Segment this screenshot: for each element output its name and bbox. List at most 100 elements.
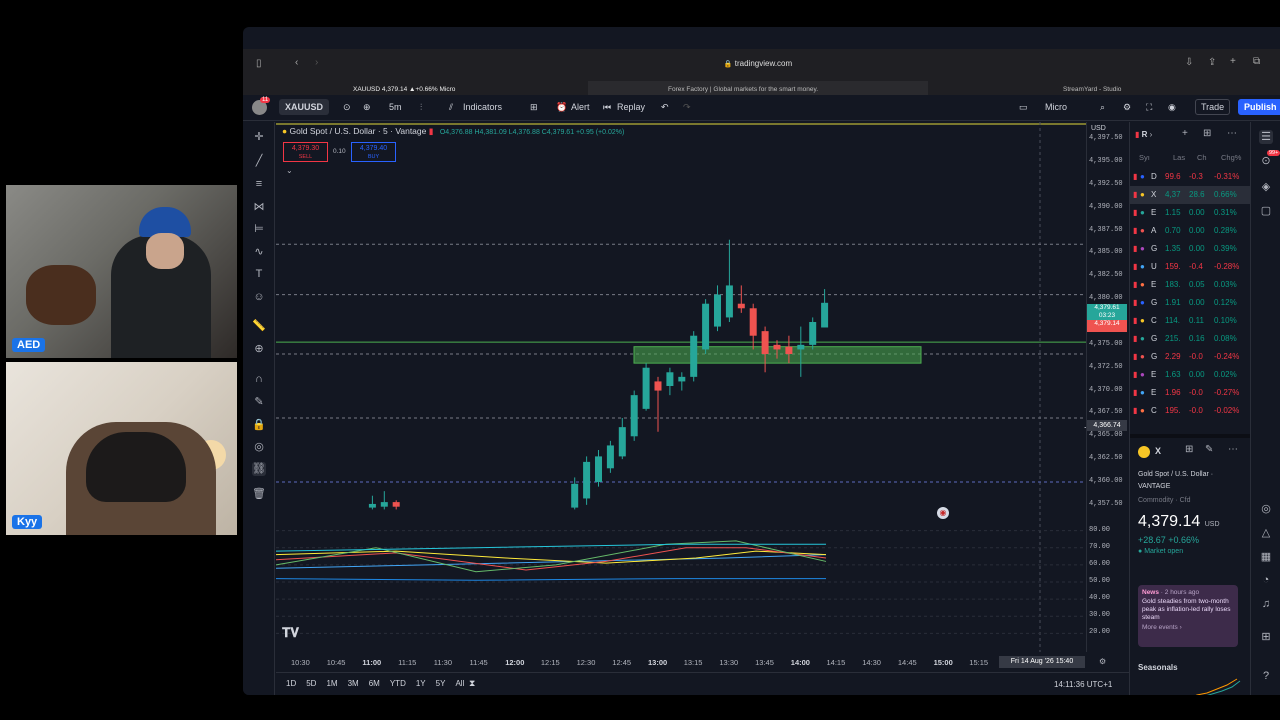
magnet-icon[interactable]: ∩ <box>252 372 266 386</box>
url-bar[interactable]: 🔒 tradingview.com <box>548 55 968 73</box>
legend-ohlc: O4,376.88 H4,381.09 L4,376.88 C4,379.61 … <box>439 129 625 136</box>
link-icon[interactable]: ⛓ <box>252 462 266 476</box>
layers-icon[interactable]: ◈ <box>1259 180 1273 194</box>
detail-edit-icon[interactable]: ✎ <box>1205 444 1213 455</box>
bell-icon[interactable]: ♫ <box>1259 598 1273 612</box>
range-button[interactable]: YTD <box>390 679 406 688</box>
watchlist-row[interactable]: ▮ ● X 4,37 28.6 0.66% <box>1130 186 1251 204</box>
layout-select-icon[interactable]: ▭ <box>1019 102 1028 113</box>
replay-button[interactable]: Replay <box>617 102 645 112</box>
indicator-line <box>276 578 826 581</box>
watchlist-row[interactable]: ▮ ● E 1.96 -0.0 -0.27% <box>1130 384 1251 402</box>
apps-icon[interactable]: ⊞ <box>1259 630 1273 644</box>
watchlist-row[interactable]: ▮ ● C 195. -0.0 -0.02% <box>1130 402 1251 420</box>
detail-layout-icon[interactable]: ⊞ <box>1185 444 1193 455</box>
watchlist-row[interactable]: ▮ ● G 215. 0.16 0.08% <box>1130 330 1251 348</box>
calendar-icon[interactable]: ▦ <box>1259 550 1273 564</box>
range-button[interactable]: 3M <box>348 679 359 688</box>
watchlist-row[interactable]: ▮ ● E 183. 0.05 0.03% <box>1130 276 1251 294</box>
range-button[interactable]: 1D <box>286 679 296 688</box>
new-tab-icon[interactable]: + <box>1230 56 1236 67</box>
search-icon[interactable]: ⌕ <box>1100 102 1105 113</box>
watchlist-row[interactable]: ▮ ● G 1.91 0.00 0.12% <box>1130 294 1251 312</box>
watchlist-icon[interactable]: ☰ <box>1259 130 1273 144</box>
download-icon[interactable]: ⇩ <box>1185 57 1193 68</box>
sidebar-icon[interactable]: ▯ <box>256 58 262 69</box>
add-symbol-icon[interactable]: ⊕ <box>363 102 371 113</box>
forward-icon[interactable]: › <box>315 57 318 68</box>
help-icon[interactable]: ? <box>1259 670 1273 684</box>
fib-icon[interactable]: ≡ <box>252 177 266 191</box>
pattern-icon[interactable]: ⋈ <box>252 200 266 214</box>
watchlist-header[interactable]: ▮ R › <box>1135 130 1152 139</box>
notifications-icon[interactable]: ◔ <box>1259 574 1273 588</box>
watchlist-row[interactable]: ▮ ● E 1.63 0.00 0.02% <box>1130 366 1251 384</box>
watchlist-more-icon[interactable]: ⋯ <box>1227 128 1237 139</box>
watchlist-row[interactable]: ▮ ● G 1.35 0.00 0.39% <box>1130 240 1251 258</box>
settings-icon[interactable]: ⚙ <box>1123 102 1131 113</box>
fullscreen-icon[interactable]: ⛶ <box>1146 102 1152 113</box>
price-axis-label: 4,392.50 <box>1089 179 1123 188</box>
layout-icon[interactable]: ⊞ <box>530 102 538 113</box>
sell-button[interactable]: 4,379.30 SELL <box>283 142 328 162</box>
projection-icon[interactable]: ⊨ <box>252 222 266 236</box>
watchlist-layout-icon[interactable]: ⊞ <box>1203 128 1211 139</box>
range-button[interactable]: 1M <box>326 679 337 688</box>
buy-button[interactable]: 4,379.40 BUY <box>351 142 396 162</box>
back-icon[interactable]: ‹ <box>295 57 298 68</box>
share-icon[interactable]: ⇪ <box>1208 57 1216 68</box>
add-symbol-watchlist-icon[interactable]: + <box>1182 128 1188 139</box>
interval-button[interactable]: 5m <box>389 102 402 112</box>
trade-button[interactable]: Trade <box>1195 99 1231 115</box>
chat-icon[interactable]: ▢ <box>1259 204 1273 218</box>
watchlist-row[interactable]: ▮ ● D 99.6 -0.3 -0.31% <box>1130 168 1251 186</box>
trash-icon[interactable]: 🗑 <box>252 487 266 501</box>
camera-icon[interactable]: ◉ <box>1168 102 1176 113</box>
price-axis[interactable]: USD 4,397.50 4,395.00 4,392.50 4,390.00 4,38… <box>1086 122 1129 652</box>
symbol-logo-icon: ● <box>1140 190 1145 199</box>
redo-icon[interactable]: ↷ <box>683 102 691 113</box>
publish-button[interactable]: Publish <box>1238 99 1280 115</box>
chart-type-icon[interactable]: ⫶ <box>420 102 422 113</box>
goto-date-icon[interactable]: ⧗ <box>469 678 475 689</box>
zoom-icon[interactable]: ⊕ <box>252 342 266 356</box>
symbol-search[interactable]: XAUUSD <box>279 99 330 115</box>
watchlist-row[interactable]: ▮ ● C 114. 0.11 0.10% <box>1130 312 1251 330</box>
brush-icon[interactable]: ∿ <box>252 245 266 259</box>
emoji-icon[interactable]: ☺ <box>252 290 266 304</box>
undo-icon[interactable]: ↶ <box>661 102 669 113</box>
target-icon[interactable]: ◎ <box>1259 502 1273 516</box>
lock-drawings-icon[interactable]: 🔒 <box>252 418 266 432</box>
ruler-icon[interactable]: 📏 <box>252 319 266 333</box>
eye-icon[interactable]: ◎ <box>252 440 266 454</box>
text-icon[interactable]: T <box>252 267 266 281</box>
crosshair-icon[interactable]: ✛ <box>252 130 266 144</box>
trendline-icon[interactable]: ╱ <box>252 154 266 168</box>
clock-text[interactable]: 14:11:36 UTC+1 <box>1054 680 1112 689</box>
price-chart[interactable] <box>276 122 1086 652</box>
pencil-lock-icon[interactable]: ✎ <box>252 395 266 409</box>
compare-icon[interactable]: ⊙ <box>343 102 351 113</box>
chart-pane[interactable]: ● Gold Spot / U.S. Dollar · 5 · Vantage … <box>276 122 1090 652</box>
range-button[interactable]: 5Y <box>436 679 446 688</box>
watchlist-row[interactable]: ▮ ● G 2.29 -0.0 -0.24% <box>1130 348 1251 366</box>
alerts-icon[interactable]: ⊙ <box>1259 154 1273 168</box>
range-button[interactable]: 5D <box>306 679 316 688</box>
range-button[interactable]: All <box>455 679 464 688</box>
alert-button[interactable]: Alert <box>571 102 590 112</box>
axis-settings-icon[interactable]: ⚙ <box>1099 657 1106 666</box>
watchlist-row[interactable]: ▮ ● U 159. -0.4 -0.28% <box>1130 258 1251 276</box>
collapse-legend-icon[interactable]: ⌄ <box>286 166 293 175</box>
range-button[interactable]: 6M <box>369 679 380 688</box>
detail-more-icon[interactable]: ⋯ <box>1228 444 1238 455</box>
range-button[interactable]: 1Y <box>416 679 426 688</box>
indicators-button[interactable]: Indicators <box>463 102 502 112</box>
news-card[interactable]: News · 2 hours ago Gold steadies from tw… <box>1138 585 1238 647</box>
tab-overview-icon[interactable]: ⧉ <box>1253 56 1260 67</box>
watchlist-row[interactable]: ▮ ● A 0.70 0.00 0.28% <box>1130 222 1251 240</box>
layout-name[interactable]: Micro <box>1045 102 1067 112</box>
watchlist-row[interactable]: ▮ ● E 1.15 0.00 0.31% <box>1130 204 1251 222</box>
watchlist-last: 1.15 <box>1165 208 1181 217</box>
economic-event-icon[interactable]: ◉ <box>937 507 949 519</box>
ideas-icon[interactable]: △ <box>1259 526 1273 540</box>
